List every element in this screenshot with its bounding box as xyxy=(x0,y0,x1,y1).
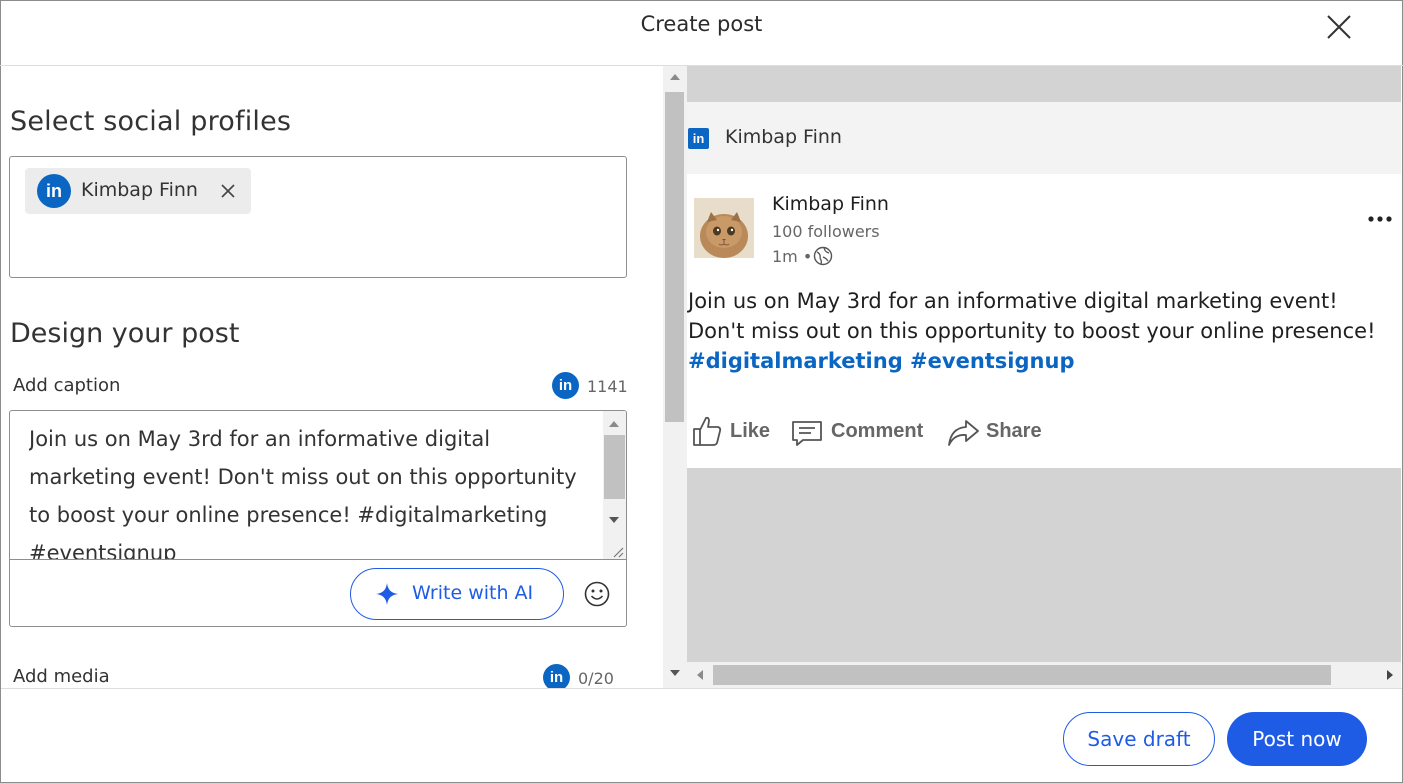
save-draft-button[interactable]: Save draft xyxy=(1063,712,1215,766)
write-with-ai-button[interactable]: Write with AI xyxy=(350,568,564,620)
cat-avatar xyxy=(694,198,754,258)
smiley-icon[interactable] xyxy=(583,580,611,608)
post-line-2: Don't miss out on this opportunity to bo… xyxy=(688,319,1376,343)
more-dots-icon[interactable] xyxy=(1367,208,1401,222)
scroll-right-icon[interactable] xyxy=(1387,670,1393,680)
left-panel-scrollbar[interactable] xyxy=(663,66,687,688)
post-author: Kimbap Finn xyxy=(772,193,889,215)
left-scroll-thumb[interactable] xyxy=(665,92,684,422)
post-followers: 100 followers xyxy=(772,222,880,241)
preview-post-card: Kimbap Finn 100 followers 1m • Join us o… xyxy=(687,174,1401,468)
post-hashtags[interactable]: #digitalmarketing #eventsignup xyxy=(688,346,1401,376)
profile-chip-name: Kimbap Finn xyxy=(81,179,198,201)
like-label: Like xyxy=(730,420,771,442)
scroll-down-icon[interactable] xyxy=(670,670,680,676)
scroll-down-icon[interactable] xyxy=(609,517,619,523)
preview-profile-name: Kimbap Finn xyxy=(725,126,842,148)
comment-icon xyxy=(792,421,822,446)
scroll-left-icon[interactable] xyxy=(697,670,703,680)
comment-button[interactable]: Comment xyxy=(791,414,931,450)
caption-char-count: 1141 xyxy=(587,377,628,396)
profiles-selector[interactable]: in Kimbap Finn xyxy=(9,156,627,278)
post-line-1: Join us on May 3rd for an informative di… xyxy=(688,289,1338,313)
left-panel: Select social profiles in Kimbap Finn De… xyxy=(1,66,663,688)
scroll-up-icon[interactable] xyxy=(670,74,680,80)
close-icon[interactable] xyxy=(1322,10,1356,44)
caption-scrollbar[interactable] xyxy=(603,411,626,559)
preview-scrollbar-corner xyxy=(663,662,687,688)
post-time: 1m • xyxy=(772,247,813,266)
comment-label: Comment xyxy=(831,420,924,442)
like-icon xyxy=(693,416,722,446)
preview-horizontal-scrollbar[interactable] xyxy=(687,662,1401,688)
media-label: Add media xyxy=(13,666,110,687)
dialog-footer: Save draft Post now xyxy=(1,688,1402,782)
share-icon xyxy=(948,420,979,446)
resize-grip-icon[interactable] xyxy=(610,543,624,558)
caption-textarea[interactable]: Join us on May 3rd for an informative di… xyxy=(29,420,599,560)
caption-scroll-thumb[interactable] xyxy=(604,435,625,499)
linkedin-icon: in xyxy=(543,664,570,688)
caption-label: Add caption xyxy=(13,375,121,396)
dialog-header: Create post xyxy=(0,0,1403,66)
linkedin-icon: in xyxy=(688,128,709,149)
caption-divider xyxy=(10,559,626,560)
like-button[interactable]: Like xyxy=(691,414,773,450)
preview-profile-bar: in Kimbap Finn xyxy=(687,102,1401,174)
post-now-button[interactable]: Post now xyxy=(1227,712,1367,766)
media-count: 0/20 xyxy=(578,669,614,688)
dialog-title: Create post xyxy=(640,12,763,36)
design-post-heading: Design your post xyxy=(10,318,240,349)
sparkle-icon xyxy=(376,583,398,605)
linkedin-icon: in xyxy=(552,372,579,399)
post-preview: in Kimbap Finn Kimbap Finn 100 followers… xyxy=(687,66,1401,662)
share-button[interactable]: Share xyxy=(946,414,1048,450)
preview-scroll-thumb[interactable] xyxy=(713,665,1331,685)
caption-editor: Join us on May 3rd for an informative di… xyxy=(9,410,627,627)
write-with-ai-label: Write with AI xyxy=(412,582,534,604)
select-profiles-heading: Select social profiles xyxy=(10,106,292,137)
remove-profile-icon[interactable] xyxy=(218,181,238,201)
share-label: Share xyxy=(986,420,1042,442)
post-body: Join us on May 3rd for an informative di… xyxy=(688,286,1401,376)
scroll-up-icon[interactable] xyxy=(609,421,619,427)
globe-icon xyxy=(813,246,833,266)
profile-chip: in Kimbap Finn xyxy=(25,168,251,214)
linkedin-icon: in xyxy=(37,174,71,208)
